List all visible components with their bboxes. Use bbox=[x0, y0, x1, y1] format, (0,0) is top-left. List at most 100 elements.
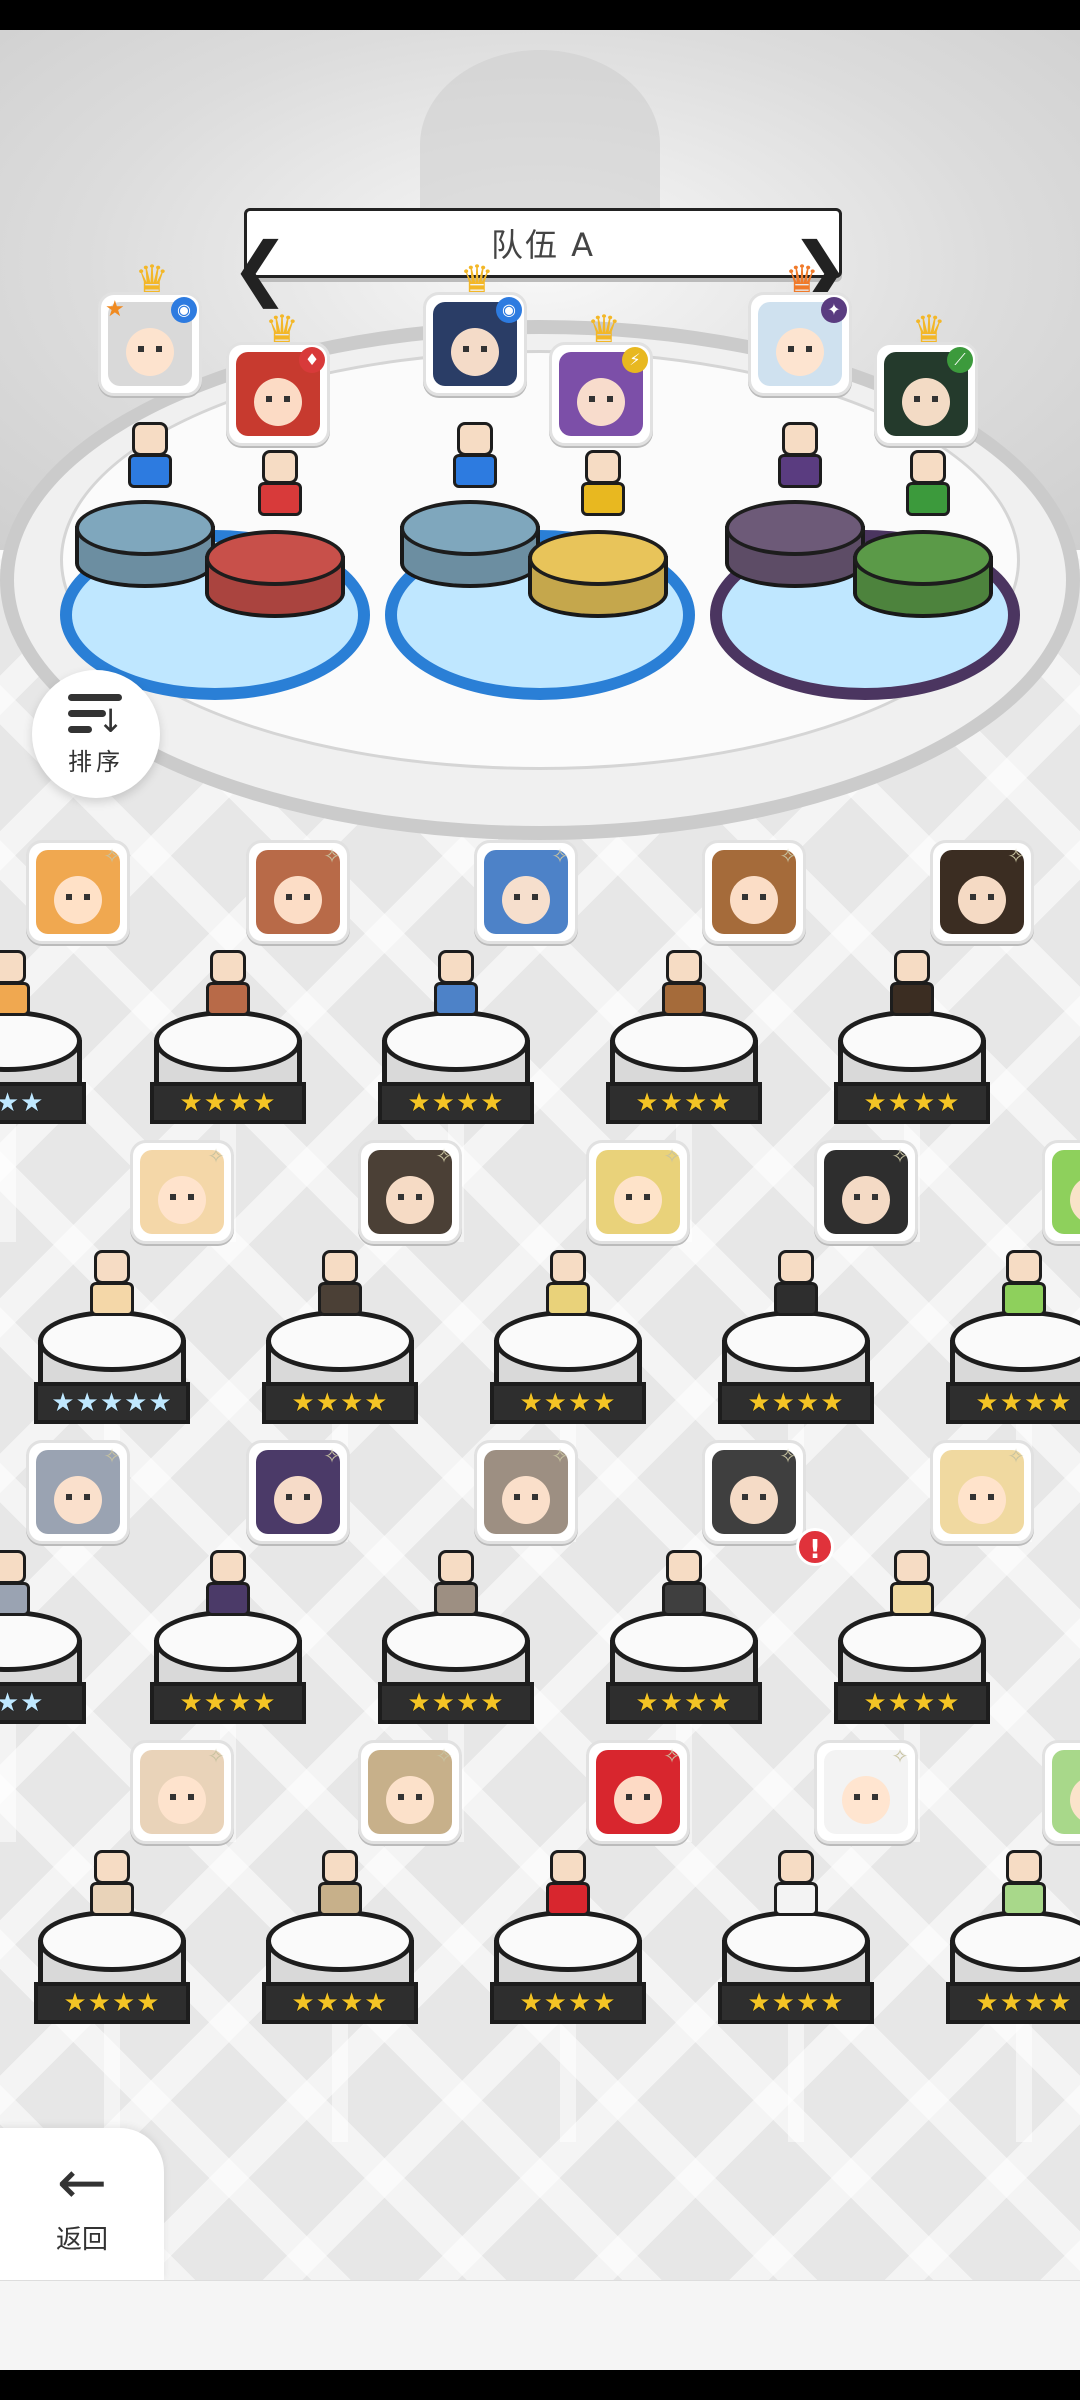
pedestal-top bbox=[853, 530, 993, 586]
pedestal-stem bbox=[788, 2022, 804, 2142]
roster-pedestal[interactable]: ★★★★ bbox=[150, 1610, 306, 1842]
team-hero-sprite[interactable] bbox=[896, 450, 960, 520]
sparkle-icon: ✧ bbox=[207, 1744, 225, 1768]
roster-hero-portrait[interactable]: ✧ bbox=[26, 840, 130, 944]
roster-pedestal[interactable]: ★★★★ bbox=[946, 1310, 1080, 1542]
roster-hero-portrait[interactable]: ✧ bbox=[474, 840, 578, 944]
team-hero-sprite[interactable] bbox=[443, 422, 507, 492]
team-hero-portrait[interactable]: ⚡ bbox=[549, 342, 653, 446]
team-slot-pedestal[interactable] bbox=[725, 500, 865, 596]
roster-pedestal[interactable]: ★★★ bbox=[0, 1610, 86, 1842]
roster-hero-portrait[interactable]: ✧ bbox=[702, 1440, 806, 1544]
team-hero-sprite[interactable] bbox=[571, 450, 635, 520]
roster-hero-portrait[interactable]: ✧ bbox=[1042, 1140, 1080, 1244]
team-slot-pedestal[interactable] bbox=[853, 530, 993, 626]
team-hero-portrait[interactable]: ◉ bbox=[423, 292, 527, 396]
roster-hero-portrait[interactable]: ✧ bbox=[358, 1740, 462, 1844]
roster-hero-sprite[interactable] bbox=[196, 1550, 260, 1620]
roster-hero-sprite[interactable] bbox=[80, 1250, 144, 1320]
roster-hero-sprite[interactable] bbox=[764, 1250, 828, 1320]
star-rating: ★★★ bbox=[0, 1088, 45, 1118]
roster-pedestal[interactable]: ★★★★ bbox=[834, 1610, 990, 1842]
team-hero-sprite[interactable] bbox=[768, 422, 832, 492]
roster-hero-portrait[interactable]: ✧ bbox=[814, 1740, 918, 1844]
team-hero-sprite[interactable] bbox=[118, 422, 182, 492]
roster-hero-portrait[interactable]: ✧ bbox=[246, 840, 350, 944]
roster-pedestal[interactable]: ★★★ bbox=[0, 1010, 86, 1242]
sprite-body bbox=[581, 482, 625, 516]
roster-pedestal[interactable]: ★★★★ bbox=[490, 1910, 646, 2142]
roster-hero-sprite[interactable] bbox=[764, 1850, 828, 1920]
back-button[interactable]: ← 返回 bbox=[0, 2128, 164, 2280]
sprite-head bbox=[210, 950, 246, 984]
sprite-head bbox=[1006, 1250, 1042, 1284]
team-hero-portrait[interactable]: ⟋ bbox=[874, 342, 978, 446]
roster-hero-portrait[interactable]: ✧ bbox=[358, 1140, 462, 1244]
roster-hero-portrait[interactable]: ✧ bbox=[1042, 1740, 1080, 1844]
team-name-banner: 队伍 A bbox=[244, 208, 842, 278]
roster-pedestal[interactable]: ★★★★ bbox=[150, 1010, 306, 1242]
team-hero-portrait[interactable]: ◉ ★ bbox=[98, 292, 202, 396]
roster-hero-sprite[interactable] bbox=[424, 1550, 488, 1620]
sort-button[interactable]: ↓ 排序 bbox=[32, 670, 160, 798]
lightning-element-icon: ⚡ bbox=[622, 347, 648, 373]
roster-hero-portrait[interactable]: ✧ bbox=[702, 840, 806, 944]
star-rating: ★★★★★ bbox=[51, 1388, 173, 1418]
roster-hero-portrait[interactable]: ✧ bbox=[26, 1440, 130, 1544]
roster-pedestal[interactable]: ★★★★ bbox=[262, 1310, 418, 1542]
roster-hero-sprite[interactable] bbox=[196, 950, 260, 1020]
previous-team-button[interactable]: ❮ bbox=[231, 230, 290, 306]
roster-pedestal[interactable]: ★★★★ bbox=[718, 1310, 874, 1542]
roster-pedestal[interactable]: ★★★★ bbox=[34, 1910, 190, 2142]
roster-hero-sprite[interactable] bbox=[0, 950, 40, 1020]
sprite-body bbox=[890, 982, 934, 1016]
roster-pedestal[interactable]: ★★★★ bbox=[378, 1010, 534, 1242]
roster-pedestal[interactable]: ★★★★ bbox=[378, 1610, 534, 1842]
roster-pedestal[interactable]: ★★★★ bbox=[718, 1910, 874, 2142]
roster-hero-portrait[interactable]: ✧ bbox=[586, 1140, 690, 1244]
roster-pedestal[interactable]: ★★★★★ bbox=[34, 1310, 190, 1542]
roster-pedestal[interactable]: ★★★★ bbox=[946, 1910, 1080, 2142]
roster-hero-portrait[interactable]: ✧ bbox=[130, 1740, 234, 1844]
sprite-body bbox=[90, 1282, 134, 1316]
roster-hero-sprite[interactable] bbox=[652, 950, 716, 1020]
team-slot-pedestal[interactable] bbox=[400, 500, 540, 596]
roster-pedestal[interactable]: ★★★★ bbox=[262, 1910, 418, 2142]
roster-hero-sprite[interactable] bbox=[308, 1850, 372, 1920]
team-slot-pedestal[interactable] bbox=[528, 530, 668, 626]
roster-pedestal[interactable]: ★★★★ bbox=[606, 1010, 762, 1242]
team-edit-screen: 队伍 A ❮ ❯ ♛ ◉ ★ ♛ ♦ ♛ ◉ ♛ ⚡ ♛ ✦ ♛ ⟋ ★★ ✧ … bbox=[0, 30, 1080, 2280]
notification-badge-icon: ! bbox=[796, 1528, 834, 1566]
roster-hero-portrait[interactable]: ✧ bbox=[474, 1440, 578, 1544]
roster-hero-portrait[interactable]: ✧ bbox=[586, 1740, 690, 1844]
roster-hero-sprite[interactable] bbox=[880, 950, 944, 1020]
roster-hero-sprite[interactable] bbox=[992, 1250, 1056, 1320]
sprite-body bbox=[206, 982, 250, 1016]
roster-hero-sprite[interactable] bbox=[652, 1550, 716, 1620]
roster-pedestal[interactable]: ★★★★ bbox=[606, 1610, 762, 1842]
roster-hero-sprite[interactable] bbox=[308, 1250, 372, 1320]
roster-hero-portrait[interactable]: ✧ bbox=[246, 1440, 350, 1544]
roster-hero-portrait[interactable]: ✧ bbox=[930, 840, 1034, 944]
roster-hero-sprite[interactable] bbox=[992, 1850, 1056, 1920]
roster-hero-portrait[interactable]: ✧ bbox=[930, 1440, 1034, 1544]
sprite-body bbox=[546, 1882, 590, 1916]
roster-hero-portrait[interactable]: ✧ bbox=[130, 1140, 234, 1244]
sparkle-icon: ✧ bbox=[663, 1744, 681, 1768]
team-hero-portrait[interactable]: ✦ bbox=[748, 292, 852, 396]
roster-hero-sprite[interactable] bbox=[536, 1850, 600, 1920]
team-hero-portrait[interactable]: ♦ bbox=[226, 342, 330, 446]
roster-hero-sprite[interactable] bbox=[536, 1250, 600, 1320]
roster-hero-sprite[interactable] bbox=[80, 1850, 144, 1920]
team-hero-sprite[interactable] bbox=[248, 450, 312, 520]
roster-hero-sprite[interactable] bbox=[424, 950, 488, 1020]
crown-icon: ♛ bbox=[459, 257, 495, 301]
team-slot-pedestal[interactable] bbox=[75, 500, 215, 596]
roster-hero-portrait[interactable]: ✧ bbox=[814, 1140, 918, 1244]
roster-pedestal[interactable]: ★★★★ bbox=[490, 1310, 646, 1542]
roster-pedestal[interactable]: ★★★★ bbox=[834, 1010, 990, 1242]
roster-hero-sprite[interactable] bbox=[880, 1550, 944, 1620]
pedestal-stem bbox=[1016, 2022, 1032, 2142]
roster-hero-sprite[interactable] bbox=[0, 1550, 40, 1620]
team-slot-pedestal[interactable] bbox=[205, 530, 345, 626]
